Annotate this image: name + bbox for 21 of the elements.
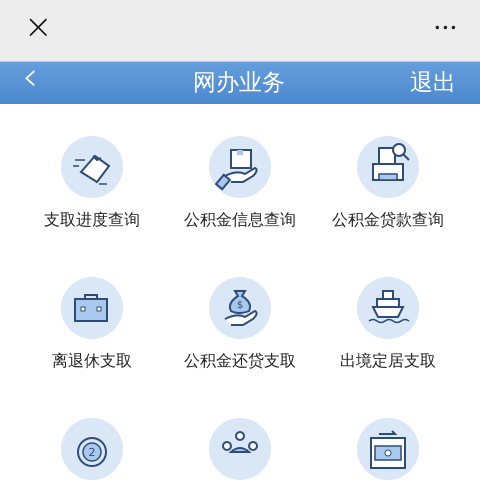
service-label[interactable]: 公积金信息查询 xyxy=(184,210,296,231)
transfer-icon xyxy=(370,430,406,469)
dollar-sign: $ xyxy=(236,300,244,311)
page-title: 网办业务 xyxy=(193,69,285,98)
more-button[interactable]: ••• xyxy=(434,21,458,36)
package-icon xyxy=(214,149,258,191)
close-button[interactable]: × xyxy=(24,10,52,44)
number-two: 2 xyxy=(88,446,96,459)
briefcase-icon xyxy=(74,294,108,322)
meeting-icon xyxy=(222,431,258,453)
icon-background xyxy=(61,418,123,480)
document-icon xyxy=(72,154,110,185)
service-label[interactable]: 出境定居支取 xyxy=(340,351,436,372)
ship-icon xyxy=(368,290,410,324)
service-label[interactable]: 离退休支取 xyxy=(52,351,132,372)
service-label[interactable]: 公积金还贷支取 xyxy=(184,351,296,372)
printer-icon xyxy=(372,143,410,181)
hand-icon xyxy=(224,310,258,326)
money-bag-icon xyxy=(228,290,252,314)
service-label[interactable]: 公积金贷款查询 xyxy=(332,210,444,231)
service-label[interactable]: 支取进度查询 xyxy=(44,210,140,231)
